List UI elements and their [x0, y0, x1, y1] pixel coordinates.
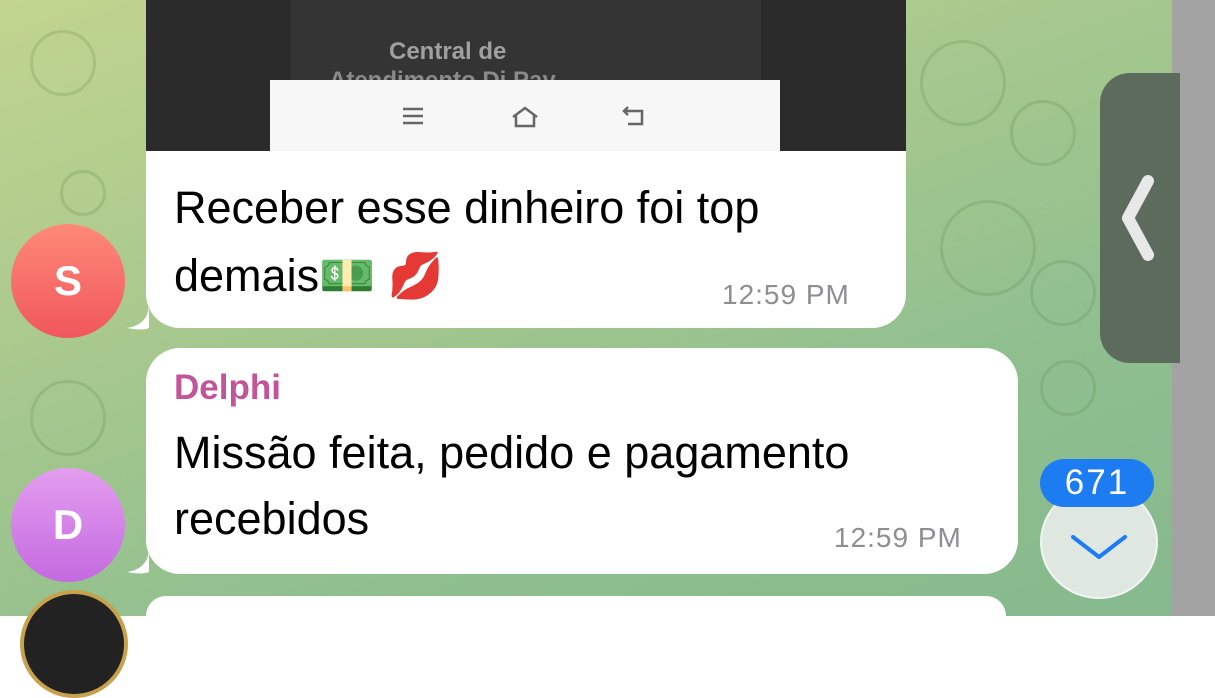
chevron-left-icon [1122, 175, 1154, 261]
image-text: Central de [389, 38, 507, 65]
message-text: Missão feita, pedido e pagamento [174, 427, 850, 478]
avatar-initial: S [53, 257, 82, 304]
back-icon [622, 106, 644, 126]
side-panel-handle[interactable] [1100, 73, 1180, 363]
chevron-down-icon [1071, 535, 1127, 559]
background-doodle [940, 200, 1036, 296]
bubble-tail [127, 304, 149, 330]
avatar-initial: D [52, 501, 84, 548]
message-bubble[interactable]: Delphi Missão feita, pedido e pagamento … [146, 348, 1018, 574]
message-time: 12:59 PM [834, 522, 962, 553]
unread-count-badge: 671 [1040, 459, 1154, 507]
bubble-tail [127, 548, 149, 574]
message-text: recebidos [174, 493, 370, 544]
avatar[interactable] [20, 590, 128, 698]
background-doodle [920, 40, 1006, 126]
sender-name[interactable]: Delphi [174, 368, 281, 408]
message-text: demais💵 💋 [174, 250, 444, 301]
background-doodle [1040, 360, 1096, 416]
message-image[interactable]: Central de Atendimento Di Pay [146, 0, 906, 151]
message-bubble[interactable] [146, 596, 1006, 636]
avatar[interactable]: S [11, 224, 125, 338]
background-doodle [1030, 260, 1096, 326]
message-text: Receber esse dinheiro foi top [174, 182, 760, 233]
home-icon [512, 106, 538, 128]
menu-icon [403, 107, 423, 125]
background-doodle [60, 170, 106, 216]
avatar[interactable]: D [11, 468, 125, 582]
background-doodle [30, 380, 106, 456]
background-doodle [30, 30, 96, 96]
background-doodle [1010, 100, 1076, 166]
message-time: 12:59 PM [722, 279, 850, 310]
image-nav-bar [270, 80, 780, 151]
message-bubble[interactable]: Receber esse dinheiro foi top demais💵 💋 … [146, 151, 906, 328]
